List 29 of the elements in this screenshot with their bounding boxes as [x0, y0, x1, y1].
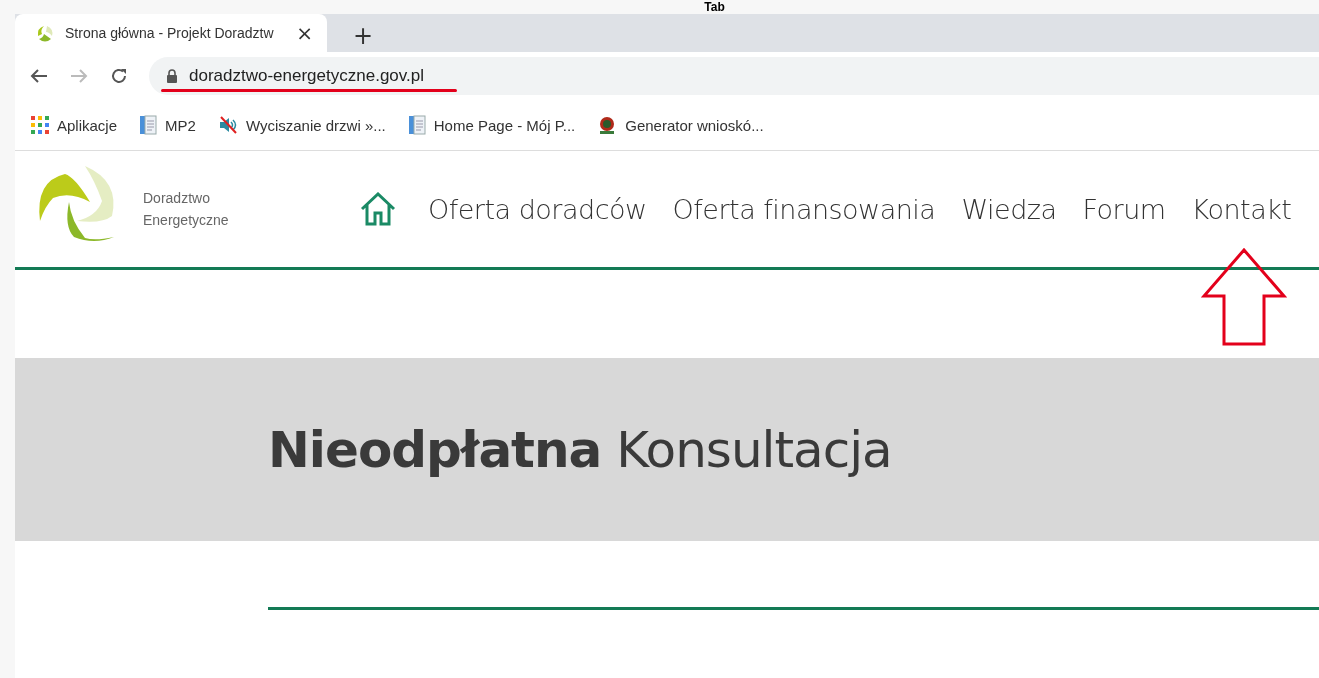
annotation-arrow-icon: [1201, 248, 1287, 348]
apps-grid-icon: [31, 116, 49, 134]
home-icon[interactable]: [360, 192, 396, 226]
bookmark[interactable]: Home Page - Mój P...: [407, 115, 576, 135]
nav-link[interactable]: Wiedza: [961, 193, 1057, 225]
nav-link[interactable]: Oferta finansowania: [672, 193, 936, 225]
nav-link[interactable]: Forum: [1082, 193, 1166, 225]
close-tab-button[interactable]: ×: [292, 23, 317, 43]
logo-icon: [35, 23, 55, 43]
annotation-label: Tab: [704, 0, 725, 14]
address-bar[interactable]: doradztwo-energetyczne.gov.pl: [149, 57, 1319, 95]
browser-tab[interactable]: Strona główna - Projekt Doradztw ×: [15, 14, 327, 52]
nav-link[interactable]: Kontakt: [1191, 193, 1292, 225]
tab-title: Strona główna - Projekt Doradztw: [65, 25, 275, 41]
muted-speaker-icon: [217, 115, 238, 135]
reload-icon[interactable]: [109, 66, 129, 86]
new-tab-button[interactable]: +: [349, 26, 378, 46]
bookmark[interactable]: Aplikacje: [31, 116, 118, 134]
document-icon: [139, 115, 158, 135]
document-icon: [407, 115, 426, 135]
nav-link[interactable]: Oferta doradców: [428, 193, 647, 225]
url-text: doradztwo-energetyczne.gov.pl: [189, 66, 424, 86]
bookmark[interactable]: Wyciszanie drzwi »...: [217, 115, 386, 135]
bookmark[interactable]: Generator wnioskó...: [597, 115, 764, 135]
bookmark[interactable]: MP2: [139, 115, 196, 135]
logo-text: Doradztwo: [143, 189, 211, 208]
banner-title: Nieodpłatna Konsultacja: [268, 420, 892, 479]
lock-icon: [167, 69, 177, 83]
logo-text: Energetyczne: [143, 211, 229, 230]
